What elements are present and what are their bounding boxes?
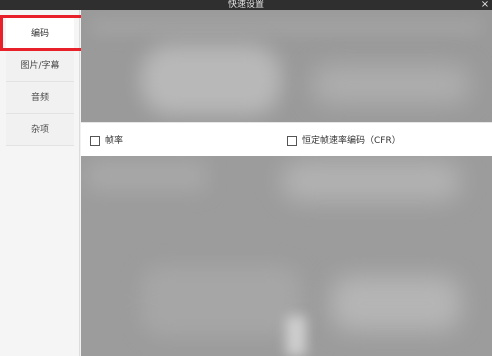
framerate-checkbox[interactable] (90, 136, 100, 146)
framerate-option[interactable]: 帧率 (90, 135, 123, 147)
cfr-checkbox[interactable] (287, 136, 297, 146)
close-icon[interactable]: × (480, 0, 490, 10)
blurred-overlay-bottom (81, 156, 492, 356)
sidebar-item-label: 音频 (30, 93, 49, 103)
sidebar: 编码 图片/字幕 音频 杂项 (0, 10, 80, 356)
sidebar-item-label: 杂项 (30, 125, 49, 135)
sidebar-item-encoding[interactable]: 编码 (6, 18, 74, 50)
sidebar-item-misc[interactable]: 杂项 (6, 114, 74, 146)
framerate-label: 帧率 (105, 136, 124, 146)
cfr-option[interactable]: 恒定帧速率编码（CFR） (287, 135, 401, 147)
sidebar-item-audio[interactable]: 音频 (6, 82, 74, 114)
cfr-label: 恒定帧速率编码（CFR） (302, 136, 401, 146)
title-bar: 快速设置 × (0, 0, 492, 10)
options-row: 帧率 恒定帧速率编码（CFR） (81, 122, 492, 157)
sidebar-item-image-subtitle[interactable]: 图片/字幕 (6, 50, 74, 82)
settings-panel: 帧率 恒定帧速率编码（CFR） (81, 10, 492, 356)
blurred-overlay-top (81, 10, 492, 122)
sidebar-item-label: 图片/字幕 (20, 61, 60, 71)
window-title: 快速设置 (227, 0, 264, 10)
sidebar-item-label: 编码 (30, 29, 49, 39)
